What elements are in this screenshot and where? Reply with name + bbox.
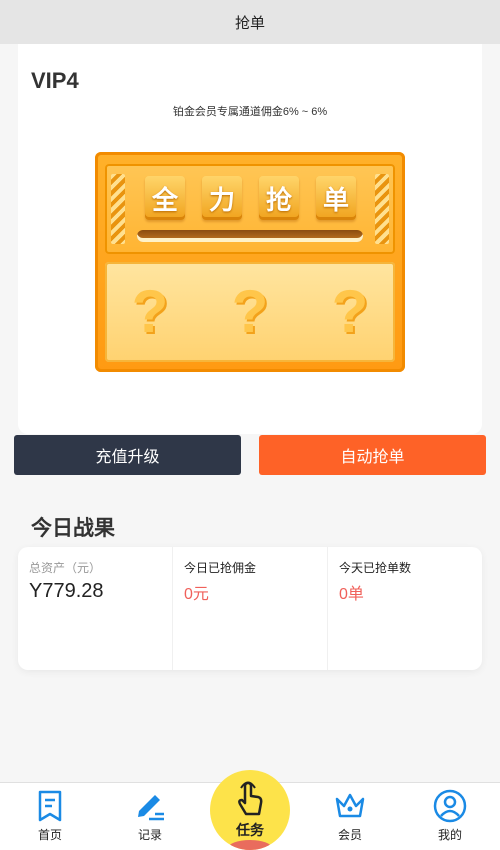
machine-char-tile: 抢 (259, 176, 299, 220)
today-results-card: 总资产（元） Y779.28 今日已抢佣金 0元 今天已抢单数 0单 (18, 547, 482, 670)
today-orders-stat: 今天已抢单数 0单 (328, 547, 482, 670)
vip-level: VIP4 (31, 68, 79, 93)
tab-home-label: 首页 (37, 828, 62, 842)
tab-mine-label: 我的 (437, 828, 462, 842)
total-assets-value: Y779.28 (29, 580, 104, 602)
question-mark-icon: ? (331, 277, 369, 345)
tab-records[interactable]: 记录 (120, 789, 180, 849)
question-mark-icon: ? (231, 277, 269, 345)
machine-char-tile: 全 (145, 176, 185, 220)
total-assets-stat: 总资产（元） Y779.28 (18, 547, 173, 670)
tab-task-label: 任务 (236, 822, 264, 838)
vip-description: 铂金会员专属通道佣金6% ~ 6% (172, 106, 328, 118)
machine-stripes-right (375, 174, 389, 244)
today-commission-stat: 今日已抢佣金 0元 (173, 547, 328, 670)
home-bookmark-icon (38, 790, 62, 822)
tap-hand-icon (238, 781, 263, 816)
tab-home[interactable]: 首页 (20, 789, 80, 849)
top-bar: 抢单 (0, 0, 500, 44)
today-commission-value: 0元 (184, 586, 209, 603)
grab-order-machine-image: 全 力 抢 单 ? ? ? (95, 152, 405, 372)
edit-pen-icon (138, 795, 164, 821)
page-title: 抢单 (234, 14, 265, 32)
user-profile-icon (433, 789, 467, 823)
tab-records-label: 记录 (137, 828, 162, 842)
auto-grab-order-button[interactable]: 自动抢单 (259, 435, 486, 475)
question-mark-icon: ? (131, 277, 169, 345)
recharge-upgrade-button[interactable]: 充值升级 (14, 435, 241, 475)
today-results-title: 今日战果 (31, 517, 115, 540)
tab-task[interactable]: 任务 (210, 770, 290, 850)
tab-member[interactable]: 会员 (320, 789, 380, 849)
today-orders-label: 今天已抢单数 (339, 561, 412, 575)
machine-slot-bar (137, 230, 363, 242)
machine-bottom-panel: ? ? ? (105, 262, 395, 362)
tab-member-label: 会员 (337, 828, 362, 842)
crown-icon (335, 793, 365, 818)
vip-card: VIP4 铂金会员专属通道佣金6% ~ 6% 全 力 抢 单 ? ? ? (18, 44, 482, 434)
total-assets-label: 总资产（元） (29, 561, 102, 575)
today-commission-label: 今日已抢佣金 (184, 561, 257, 575)
machine-char-tile: 单 (316, 176, 356, 220)
tab-mine[interactable]: 我的 (420, 789, 480, 849)
machine-char-tile: 力 (202, 176, 242, 220)
machine-stripes-left (111, 174, 125, 244)
machine-top-panel: 全 力 抢 单 (105, 164, 395, 254)
today-orders-value: 0单 (339, 586, 364, 603)
